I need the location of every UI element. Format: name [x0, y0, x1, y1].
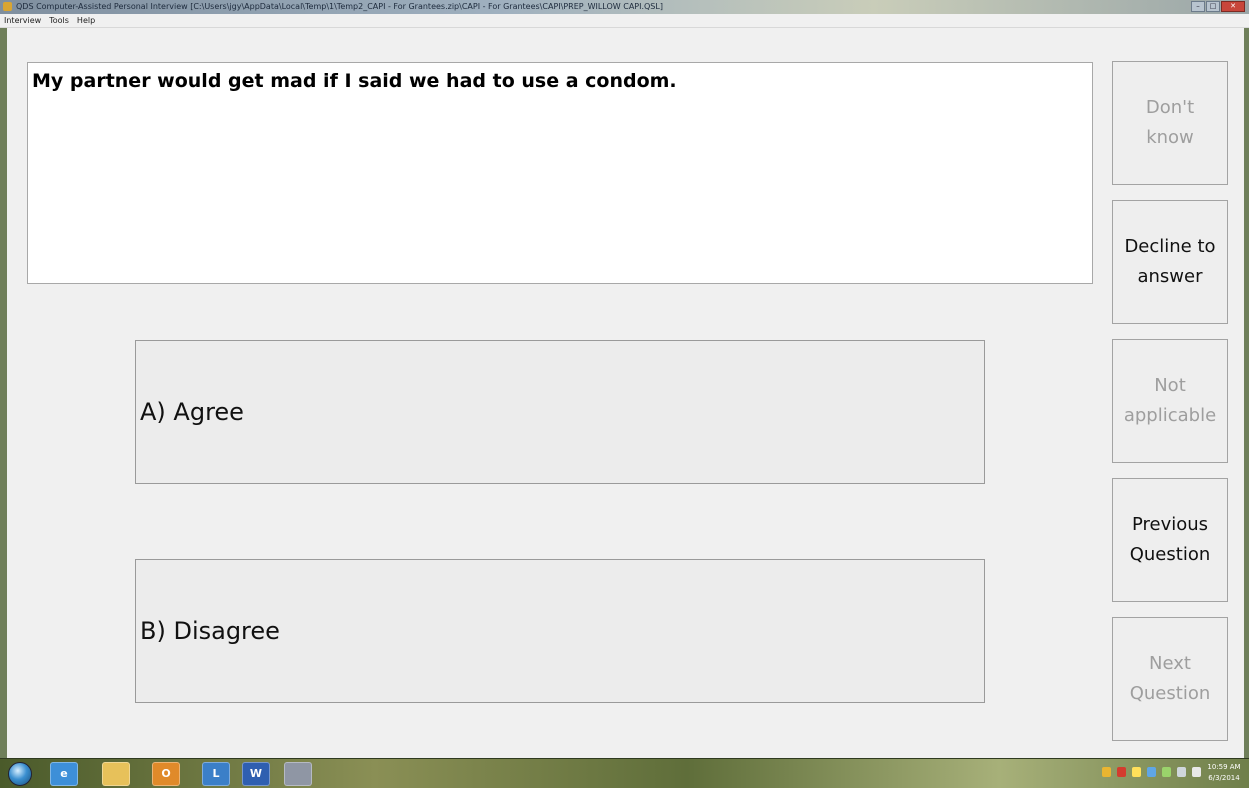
- menu-help[interactable]: Help: [73, 15, 99, 27]
- not-applicable-button[interactable]: Not applicable: [1112, 339, 1228, 463]
- internet-explorer-icon[interactable]: e: [50, 762, 78, 786]
- minimize-icon[interactable]: –: [1191, 1, 1205, 12]
- word-icon[interactable]: W: [242, 762, 270, 786]
- menu-bar: Interview Tools Help: [0, 14, 1249, 28]
- outlook-icon[interactable]: O: [152, 762, 180, 786]
- title-bar: QDS Computer-Assisted Personal Interview…: [0, 0, 1249, 14]
- dont-know-label: Don't know: [1145, 97, 1195, 148]
- clock-time: 10:59 AM: [1207, 763, 1241, 771]
- volume-icon[interactable]: [1192, 767, 1201, 777]
- clock[interactable]: 10:59 AM 6/3/2014: [1205, 762, 1243, 784]
- app-icon: [3, 2, 12, 11]
- window-title: QDS Computer-Assisted Personal Interview…: [16, 2, 663, 11]
- tray-icon[interactable]: [1147, 767, 1156, 777]
- answer-option-disagree[interactable]: B) Disagree: [135, 559, 985, 703]
- network-icon[interactable]: [1177, 767, 1186, 777]
- answer-label: B) Disagree: [140, 617, 280, 645]
- app-icon[interactable]: [284, 762, 312, 786]
- clock-date: 6/3/2014: [1208, 774, 1240, 782]
- lync-icon[interactable]: L: [202, 762, 230, 786]
- previous-label: Previous Question: [1129, 514, 1211, 565]
- menu-interview[interactable]: Interview: [0, 15, 45, 27]
- next-label: Next Question: [1129, 653, 1211, 704]
- tray-icon[interactable]: [1102, 767, 1111, 777]
- tray-icon[interactable]: [1162, 767, 1171, 777]
- system-tray: [1096, 767, 1201, 777]
- tray-icon[interactable]: [1117, 767, 1126, 777]
- question-text: My partner would get mad if I said we ha…: [27, 62, 1093, 284]
- answer-option-agree[interactable]: A) Agree: [135, 340, 985, 484]
- decline-label: Decline to answer: [1124, 236, 1216, 287]
- menu-tools[interactable]: Tools: [45, 15, 73, 27]
- dont-know-button[interactable]: Don't know: [1112, 61, 1228, 185]
- interview-panel: My partner would get mad if I said we ha…: [7, 28, 1244, 758]
- start-button[interactable]: [8, 762, 32, 786]
- not-applicable-label: Not applicable: [1123, 375, 1217, 426]
- taskbar: e O L W 10:59 AM 6/3/2014: [0, 758, 1249, 788]
- maximize-icon[interactable]: □: [1206, 1, 1220, 12]
- decline-to-answer-button[interactable]: Decline to answer: [1112, 200, 1228, 324]
- folder-icon[interactable]: [102, 762, 130, 786]
- answer-label: A) Agree: [140, 398, 244, 426]
- close-icon[interactable]: ✕: [1221, 1, 1245, 12]
- next-question-button[interactable]: Next Question: [1112, 617, 1228, 741]
- previous-question-button[interactable]: Previous Question: [1112, 478, 1228, 602]
- tray-icon[interactable]: [1132, 767, 1141, 777]
- window-controls: – □ ✕: [1190, 1, 1245, 13]
